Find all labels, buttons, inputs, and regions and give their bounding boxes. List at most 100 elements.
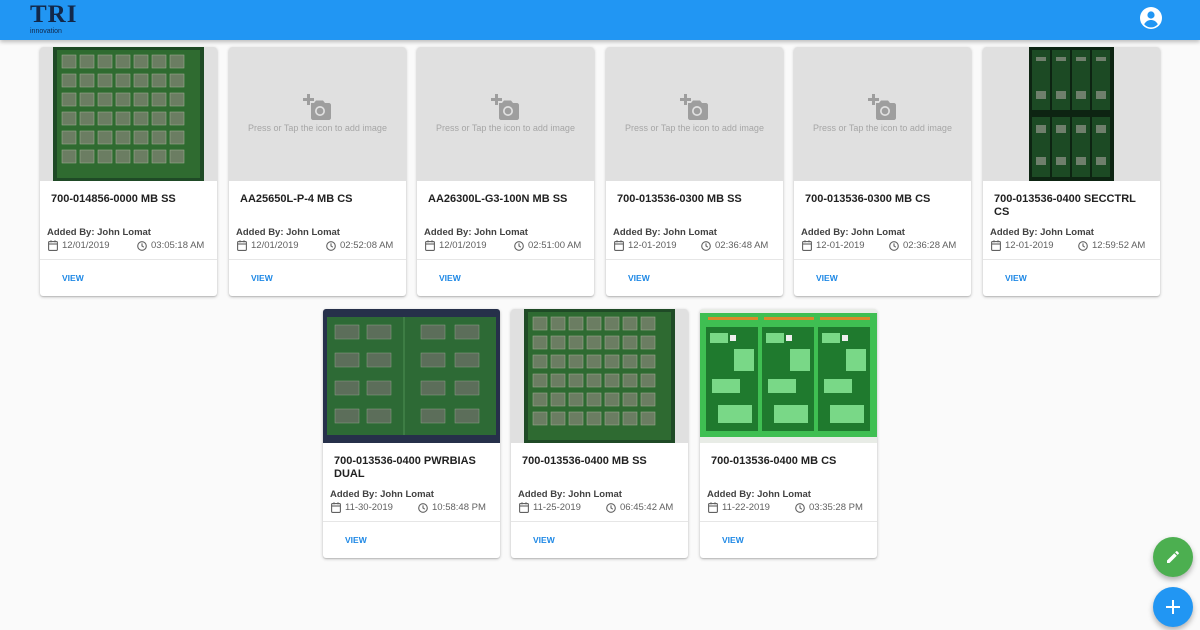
card-date: 11-30-2019: [331, 502, 393, 513]
card-date: 11-25-2019: [519, 502, 581, 513]
pencil-icon: [1167, 551, 1179, 563]
card-divider: [417, 259, 594, 260]
clock-icon: [1078, 240, 1088, 251]
added-by: Added By: John Lomat: [330, 489, 434, 500]
add-image-area[interactable]: Press or Tap the icon to add image: [606, 47, 783, 181]
clock-icon: [889, 240, 899, 251]
card-time: 03:05:18 AM: [137, 240, 204, 251]
clock-icon: [795, 502, 805, 513]
date-text: 12-01-2019: [628, 240, 677, 251]
add-image-area[interactable]: Press or Tap the icon to add image: [417, 47, 594, 181]
time-text: 02:52:08 AM: [340, 240, 394, 251]
card-divider: [40, 259, 217, 260]
card-date: 12-01-2019: [991, 240, 1054, 251]
item-card[interactable]: Press or Tap the icon to add image 700-0…: [794, 47, 971, 296]
card-image: [700, 309, 877, 443]
card-image: [323, 309, 500, 443]
added-by: Added By: John Lomat: [990, 227, 1094, 238]
time-text: 12:59:52 AM: [1092, 240, 1146, 251]
view-button[interactable]: VIEW: [54, 269, 92, 287]
view-button[interactable]: VIEW: [243, 269, 281, 287]
item-card[interactable]: Press or Tap the icon to add image AA263…: [417, 47, 594, 296]
added-by: Added By: John Lomat: [518, 489, 622, 500]
card-divider: [794, 259, 971, 260]
item-card[interactable]: 700-013536-0400 SECCTRL CS Added By: Joh…: [983, 47, 1160, 296]
card-title: AA25650L-P-4 MB CS: [240, 193, 353, 205]
card-image: [511, 309, 688, 443]
added-by: Added By: John Lomat: [236, 227, 340, 238]
add-image-hint: Press or Tap the icon to add image: [625, 123, 764, 133]
add-image-area[interactable]: Press or Tap the icon to add image: [229, 47, 406, 181]
time-text: 02:51:00 AM: [528, 240, 582, 251]
added-by: Added By: John Lomat: [47, 227, 151, 238]
date-text: 12/01/2019: [62, 240, 110, 251]
card-date: 11-22-2019: [708, 502, 770, 513]
card-date: 12/01/2019: [425, 240, 487, 251]
item-card[interactable]: 700-013536-0400 MB SS Added By: John Lom…: [511, 309, 688, 558]
add-photo-icon: [680, 94, 708, 120]
card-date: 12-01-2019: [614, 240, 677, 251]
app-bar: TRI innovation: [0, 0, 1200, 40]
item-card[interactable]: Press or Tap the icon to add image AA256…: [229, 47, 406, 296]
card-divider: [983, 259, 1160, 260]
view-button[interactable]: VIEW: [337, 531, 375, 549]
card-title: 700-013536-0400 SECCTRL CS: [994, 193, 1136, 218]
add-fab[interactable]: [1153, 587, 1193, 627]
calendar-icon: [802, 240, 812, 251]
card-image: [40, 47, 217, 181]
view-button[interactable]: VIEW: [997, 269, 1035, 287]
time-text: 03:05:18 AM: [151, 240, 205, 251]
card-title: AA26300L-G3-100N MB SS: [428, 193, 568, 205]
item-card[interactable]: Press or Tap the icon to add image 700-0…: [606, 47, 783, 296]
add-image-hint: Press or Tap the icon to add image: [248, 123, 387, 133]
card-divider: [229, 259, 406, 260]
view-button[interactable]: VIEW: [714, 531, 752, 549]
calendar-icon: [237, 240, 247, 251]
date-text: 12-01-2019: [816, 240, 865, 251]
card-divider: [606, 259, 783, 260]
calendar-icon: [519, 502, 529, 513]
add-image-area[interactable]: Press or Tap the icon to add image: [794, 47, 971, 181]
item-card[interactable]: 700-013536-0400 MB CS Added By: John Lom…: [700, 309, 877, 558]
added-by: Added By: John Lomat: [613, 227, 717, 238]
card-title: 700-013536-0400 PWRBIAS DUAL: [334, 455, 476, 480]
card-time: 12:59:52 AM: [1078, 240, 1145, 251]
view-button[interactable]: VIEW: [525, 531, 563, 549]
item-card[interactable]: 700-014856-0000 MB SS Added By: John Lom…: [40, 47, 217, 296]
card-time: 02:36:28 AM: [889, 240, 956, 251]
added-by: Added By: John Lomat: [707, 489, 811, 500]
edit-fab[interactable]: [1153, 537, 1193, 577]
card-image: [983, 47, 1160, 181]
card-divider: [323, 521, 500, 522]
view-button[interactable]: VIEW: [431, 269, 469, 287]
clock-icon: [418, 502, 428, 513]
date-text: 11-30-2019: [345, 502, 393, 513]
date-text: 11-22-2019: [722, 502, 770, 513]
card-time: 02:36:48 AM: [701, 240, 768, 251]
card-title: 700-013536-0400 MB CS: [711, 455, 837, 467]
card-title: 700-013536-0400 MB SS: [522, 455, 647, 467]
card-title: 700-013536-0300 MB SS: [617, 193, 742, 205]
time-text: 03:35:28 PM: [809, 502, 863, 513]
card-date: 12/01/2019: [237, 240, 299, 251]
account-circle-icon[interactable]: [1139, 6, 1163, 30]
card-time: 10:58:48 PM: [418, 502, 486, 513]
add-photo-icon: [303, 94, 331, 120]
card-divider: [511, 521, 688, 522]
card-time: 02:51:00 AM: [514, 240, 581, 251]
item-card[interactable]: 700-013536-0400 PWRBIAS DUAL Added By: J…: [323, 309, 500, 558]
tri-innovation-logo[interactable]: TRI innovation: [28, 2, 76, 36]
time-text: 10:58:48 PM: [432, 502, 486, 513]
calendar-icon: [331, 502, 341, 513]
view-button[interactable]: VIEW: [808, 269, 846, 287]
calendar-icon: [425, 240, 435, 251]
date-text: 11-25-2019: [533, 502, 581, 513]
date-text: 12-01-2019: [1005, 240, 1054, 251]
card-divider: [700, 521, 877, 522]
clock-icon: [326, 240, 336, 251]
view-button[interactable]: VIEW: [620, 269, 658, 287]
time-text: 02:36:48 AM: [715, 240, 769, 251]
clock-icon: [701, 240, 711, 251]
card-title: 700-013536-0300 MB CS: [805, 193, 931, 205]
clock-icon: [137, 240, 147, 251]
